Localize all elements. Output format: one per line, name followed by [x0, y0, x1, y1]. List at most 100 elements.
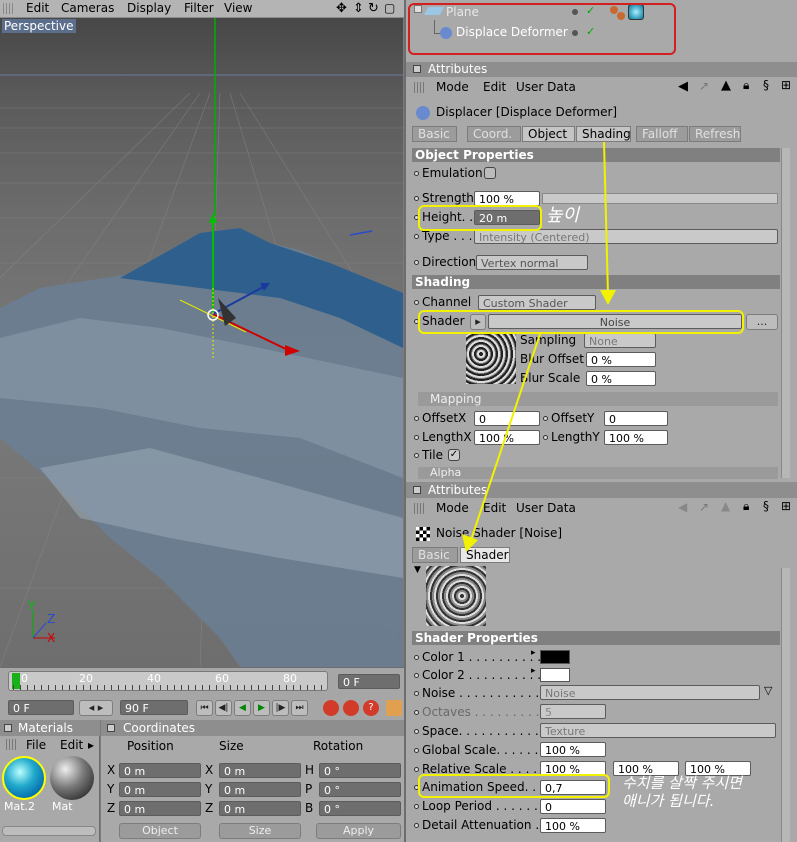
- attr-menu-edit[interactable]: Edit: [483, 80, 506, 94]
- tab-shader[interactable]: Shader: [460, 547, 510, 563]
- coord-size-z[interactable]: 0 m: [219, 801, 301, 816]
- play-icon[interactable]: ▶: [253, 700, 270, 716]
- offsetx-field[interactable]: 0: [474, 411, 540, 426]
- apply-button[interactable]: Apply: [316, 823, 401, 839]
- menu-cameras[interactable]: Cameras: [61, 1, 114, 15]
- go-end-icon[interactable]: ⏭: [291, 700, 308, 716]
- new-panel-icon[interactable]: ⊞: [781, 499, 791, 513]
- attr1-scrollbar[interactable]: [781, 148, 790, 478]
- up-arrow-icon[interactable]: ▲: [721, 499, 730, 513]
- coord-size-y[interactable]: 0 m: [219, 782, 301, 797]
- global-scale-field[interactable]: 100 %: [540, 742, 606, 757]
- lengthy-field[interactable]: 100 %: [604, 430, 668, 445]
- forward-arrow-icon[interactable]: ↗: [699, 500, 709, 514]
- tab-coord[interactable]: Coord.: [467, 126, 521, 142]
- coord-rot-p[interactable]: 0 °: [319, 782, 401, 797]
- blur-offset-field[interactable]: 0 %: [586, 352, 656, 367]
- section-mapping[interactable]: Mapping: [418, 392, 778, 406]
- menu-edit[interactable]: Edit: [26, 1, 49, 15]
- tab-shading[interactable]: Shading: [576, 126, 631, 142]
- materials-menu-edit[interactable]: Edit: [60, 738, 83, 752]
- menu-display[interactable]: Display: [127, 1, 171, 15]
- end-frame-field[interactable]: 90 F: [120, 700, 188, 715]
- tab-basic[interactable]: Basic: [412, 126, 457, 142]
- attr2-menu-userdata[interactable]: User Data: [516, 501, 576, 515]
- color1-expand-icon[interactable]: ▸: [531, 648, 536, 658]
- attr2-menu-mode[interactable]: Mode: [436, 501, 469, 515]
- help-icon[interactable]: ?: [363, 700, 379, 716]
- coord-rot-b[interactable]: 0 °: [319, 801, 401, 816]
- strength-field[interactable]: 100 %: [474, 191, 540, 206]
- sampling-select[interactable]: None: [584, 333, 656, 348]
- go-start-icon[interactable]: ⏮: [196, 700, 213, 716]
- materials-scrollbar[interactable]: [2, 826, 96, 836]
- record-icon[interactable]: [323, 700, 339, 716]
- maximize-icon[interactable]: ▢: [384, 1, 395, 15]
- new-panel-icon[interactable]: ⊞: [781, 78, 791, 92]
- color2-expand-icon[interactable]: ▸: [531, 666, 536, 676]
- offsety-field[interactable]: 0: [604, 411, 668, 426]
- coord-size-x[interactable]: 0 m: [219, 763, 301, 778]
- lengthx-field[interactable]: 100 %: [474, 430, 540, 445]
- panel-toggle-icon[interactable]: [107, 724, 115, 732]
- coord-pos-z[interactable]: 0 m: [119, 801, 201, 816]
- material-swatch-mat[interactable]: [50, 756, 94, 800]
- noise-type-select[interactable]: Noise: [540, 685, 760, 700]
- materials-menu-file[interactable]: File: [26, 738, 46, 752]
- attr-menu-mode[interactable]: Mode: [436, 80, 469, 94]
- shader-more-button[interactable]: ...: [746, 314, 778, 330]
- lock-icon[interactable]: 🔒︎: [743, 78, 749, 93]
- tab-refresh[interactable]: Refresh: [689, 126, 741, 142]
- menu-filter[interactable]: Filter: [184, 1, 214, 15]
- panel-toggle-icon[interactable]: [413, 65, 421, 73]
- menu-more-icon[interactable]: ▸: [88, 738, 94, 752]
- coord-rot-h[interactable]: 0 °: [319, 763, 401, 778]
- play-back-icon[interactable]: ◀: [234, 700, 251, 716]
- keyframe-icon[interactable]: [386, 700, 402, 716]
- lock-icon[interactable]: 🔒︎: [743, 499, 749, 514]
- coord-pos-x[interactable]: 0 m: [119, 763, 201, 778]
- back-arrow-icon[interactable]: ◀: [678, 79, 688, 94]
- blur-scale-field[interactable]: 0 %: [586, 371, 656, 386]
- color2-swatch[interactable]: [540, 668, 570, 682]
- coord-pos-y[interactable]: 0 m: [119, 782, 201, 797]
- emulation-checkbox[interactable]: [484, 167, 496, 179]
- back-arrow-icon[interactable]: ◀: [678, 500, 687, 514]
- coord-mode-select[interactable]: Object: [119, 823, 201, 839]
- loop-period-field[interactable]: 0: [540, 799, 606, 814]
- space-select[interactable]: Texture: [540, 723, 776, 738]
- channel-select[interactable]: Custom Shader: [478, 295, 596, 310]
- autokey-icon[interactable]: [343, 700, 359, 716]
- panel-toggle-icon[interactable]: [4, 724, 12, 732]
- coord-size-mode-select[interactable]: Size: [219, 823, 301, 839]
- tile-checkbox[interactable]: ✓: [448, 449, 460, 461]
- attr2-menu-edit[interactable]: Edit: [483, 501, 506, 515]
- panel-toggle-icon[interactable]: [413, 486, 421, 494]
- prev-key-icon[interactable]: ◀|: [215, 700, 232, 716]
- timeline-ruler[interactable]: 0 20 40 60 80: [8, 671, 328, 691]
- detail-attenuation-field[interactable]: 100 %: [540, 818, 606, 833]
- type-select[interactable]: Intensity (Centered): [474, 229, 778, 244]
- noise-preset-icon[interactable]: ▽: [764, 684, 772, 697]
- forward-arrow-icon[interactable]: ↗: [699, 79, 709, 93]
- attr2-scrollbar[interactable]: [781, 568, 790, 842]
- up-arrow-icon[interactable]: ▲: [721, 78, 731, 93]
- collapse-arrow-icon[interactable]: ▼: [414, 565, 421, 575]
- tab-falloff[interactable]: Falloff: [636, 126, 688, 142]
- pin-icon[interactable]: §: [763, 499, 769, 513]
- updown-icon[interactable]: ⇕: [353, 1, 364, 16]
- tab-object[interactable]: Object: [522, 126, 575, 142]
- attr-menu-userdata[interactable]: User Data: [516, 80, 576, 94]
- tab-basic[interactable]: Basic: [412, 547, 458, 563]
- viewport-perspective[interactable]: Perspective Y Z X: [0, 18, 403, 667]
- start-frame-field[interactable]: 0 F: [8, 700, 74, 715]
- menu-view[interactable]: View: [224, 1, 252, 15]
- section-alpha[interactable]: Alpha: [418, 467, 778, 479]
- material-swatch-mat2[interactable]: [2, 756, 46, 800]
- next-key-icon[interactable]: |▶: [272, 700, 289, 716]
- pin-icon[interactable]: §: [763, 78, 769, 92]
- current-frame-field[interactable]: 0 F: [338, 674, 400, 689]
- octaves-field[interactable]: 5: [540, 704, 606, 719]
- range-slider[interactable]: ◂ ▸: [79, 700, 113, 716]
- rotate-icon[interactable]: ↻: [368, 1, 379, 16]
